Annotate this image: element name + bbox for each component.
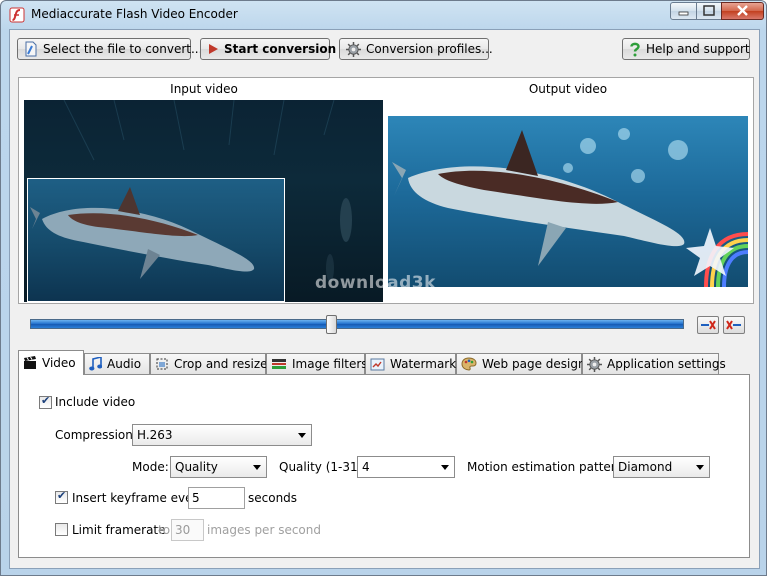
file-icon <box>25 41 37 57</box>
limit-framerate-label: Limit framerate <box>72 523 166 537</box>
compression-label: Compression: <box>55 428 137 442</box>
dolphin-image <box>30 187 255 279</box>
tab-video[interactable]: Video <box>18 350 84 375</box>
tab-image-filters[interactable]: Image filters <box>266 353 368 374</box>
mark-start-icon <box>701 320 716 330</box>
motion-estimation-select[interactable]: Diamond <box>613 456 710 478</box>
image-filters-icon <box>272 359 286 369</box>
window-title: Mediaccurate Flash Video Encoder <box>31 7 238 21</box>
video-settings-panel: Include video Compression: H.263 Mode: Q… <box>18 374 750 558</box>
tab-watermark[interactable]: Watermark <box>365 353 456 374</box>
rainbow-star-icon <box>686 228 748 287</box>
question-mark-icon <box>630 42 640 56</box>
insert-keyframe-checkbox[interactable] <box>55 489 68 504</box>
mark-end-icon <box>726 320 741 330</box>
clapperboard-icon <box>24 356 36 369</box>
include-video-label: Include video <box>55 395 136 409</box>
crop-icon <box>156 358 168 370</box>
maximize-icon <box>703 5 715 16</box>
output-video-frame <box>388 116 748 287</box>
chevron-down-icon <box>441 465 449 470</box>
paint-palette-icon <box>461 357 477 371</box>
close-icon <box>737 5 748 16</box>
compression-select[interactable]: H.263 <box>132 424 312 446</box>
select-file-button[interactable]: Select the file to convert... <box>17 38 202 60</box>
client-area: Select the file to convert... Start conv… <box>9 29 760 569</box>
seek-slider-track[interactable] <box>30 319 684 329</box>
play-icon <box>209 44 218 54</box>
start-conversion-button[interactable]: Start conversion <box>200 38 336 60</box>
mode-label: Mode: <box>132 460 169 474</box>
output-dolphin-image <box>392 128 748 287</box>
tab-application-settings[interactable]: Application settings <box>582 353 726 374</box>
quality-label: Quality (1-31): <box>279 460 367 474</box>
chevron-down-icon <box>253 465 261 470</box>
watermark-text: download3k <box>315 273 436 293</box>
watermark-icon <box>370 358 385 370</box>
app-window: Mediaccurate Flash Video Encoder Select … <box>0 0 767 576</box>
close-button[interactable] <box>721 2 764 20</box>
title-bar[interactable]: Mediaccurate Flash Video Encoder <box>1 1 766 29</box>
minimize-icon <box>678 11 689 16</box>
chevron-down-icon <box>298 433 306 438</box>
help-support-button[interactable]: Help and support <box>622 38 750 60</box>
conversion-profiles-button[interactable]: Conversion profiles... <box>339 38 493 60</box>
minimize-button[interactable] <box>670 2 697 20</box>
maximize-button[interactable] <box>696 2 722 20</box>
keyframe-interval-input[interactable]: 5 <box>188 487 245 509</box>
set-end-marker-button[interactable] <box>723 316 745 334</box>
include-video-checkbox[interactable] <box>39 394 52 409</box>
chevron-down-icon <box>696 465 704 470</box>
tab-crop-resize[interactable]: Crop and resize <box>150 353 268 374</box>
gear-icon <box>346 41 361 57</box>
keyframe-seconds-label: seconds <box>248 491 298 505</box>
seek-slider-thumb[interactable] <box>326 315 337 334</box>
motion-estimation-label: Motion estimation pattern: <box>467 460 628 474</box>
music-note-icon <box>89 357 102 371</box>
crop-selection-rectangle[interactable] <box>27 178 285 302</box>
tab-audio[interactable]: Audio <box>84 353 150 374</box>
framerate-to-label: to <box>158 523 171 537</box>
flash-app-icon <box>9 7 25 23</box>
preview-panel: Input video Output video download3k <box>18 77 754 304</box>
set-start-marker-button[interactable] <box>697 316 719 334</box>
output-video-label: Output video <box>528 82 608 96</box>
quality-select[interactable]: 4 <box>357 456 455 478</box>
gear-icon <box>587 356 602 372</box>
input-video-frame[interactable] <box>24 100 383 302</box>
input-video-label: Input video <box>170 82 238 96</box>
insert-keyframe-label: Insert keyframe every <box>72 491 205 505</box>
mode-select[interactable]: Quality <box>170 456 267 478</box>
tab-web-page-design[interactable]: Web page design <box>456 353 586 374</box>
limit-framerate-checkbox[interactable] <box>55 523 68 536</box>
framerate-suffix-label: images per second <box>207 523 321 537</box>
framerate-input[interactable]: 30 <box>171 519 204 541</box>
